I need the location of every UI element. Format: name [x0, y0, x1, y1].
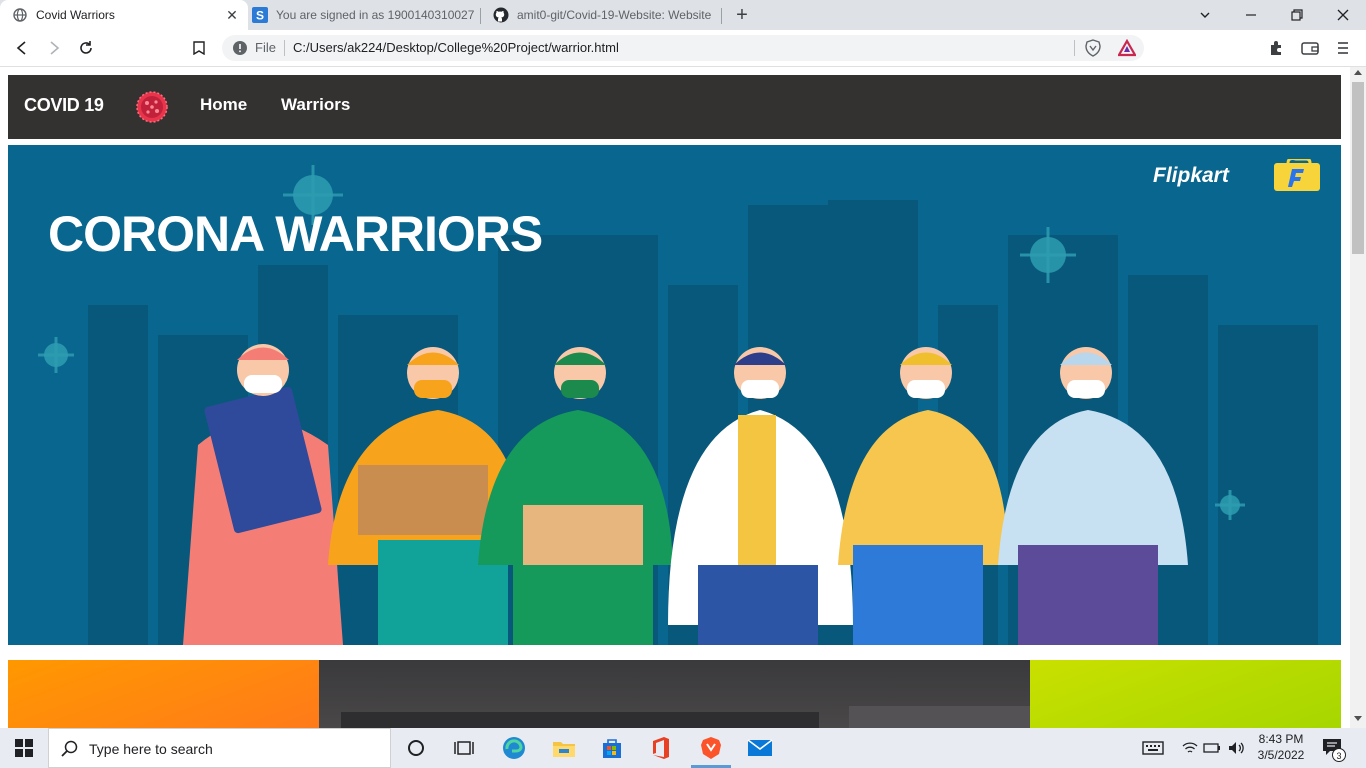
start-button[interactable] — [0, 728, 48, 768]
keyboard-icon[interactable] — [1140, 738, 1166, 758]
tab-close-icon[interactable]: ✕ — [224, 7, 240, 23]
brave-browser-icon[interactable] — [687, 728, 735, 768]
extensions-puzzle-icon[interactable] — [1265, 37, 1287, 59]
bookmark-icon[interactable] — [188, 37, 210, 59]
hero-banner: CORONA WARRIORS Flipkart — [8, 145, 1341, 645]
new-tab-button[interactable]: + — [732, 5, 752, 25]
svg-text:S: S — [256, 9, 264, 23]
menu-icon[interactable] — [1332, 37, 1354, 59]
microsoft-store-icon[interactable] — [588, 728, 636, 768]
close-window-button[interactable] — [1320, 0, 1366, 30]
file-explorer-icon[interactable] — [540, 728, 588, 768]
feature-cards-row — [8, 660, 1341, 728]
taskbar-search-box[interactable]: Type here to search — [48, 728, 391, 768]
site-brand[interactable]: COVID 19 — [24, 95, 104, 116]
battery-icon[interactable] — [1202, 738, 1222, 758]
tab-title: Covid Warriors — [36, 8, 115, 22]
virus-logo-icon — [135, 90, 169, 124]
tab-github[interactable]: amit0-git/Covid-19-Website: Website — [481, 0, 721, 30]
brave-shields-icon[interactable] — [1084, 39, 1102, 57]
wallet-icon[interactable] — [1299, 37, 1321, 59]
video-frame-strip — [341, 712, 819, 728]
reload-button[interactable] — [75, 37, 97, 59]
brave-rewards-icon[interactable] — [1117, 38, 1137, 57]
hero-title: CORONA WARRIORS — [48, 206, 543, 262]
video-frame-strip — [849, 706, 1030, 728]
tab-strip: Covid Warriors ✕ S You are signed in as … — [0, 0, 1366, 30]
url-text[interactable]: C:/Users/ak224/Desktop/College%20Project… — [293, 40, 619, 55]
forward-button[interactable] — [43, 37, 65, 59]
volume-icon[interactable] — [1226, 738, 1248, 758]
card-orange[interactable] — [8, 660, 319, 728]
tab-covid-warriors[interactable]: Covid Warriors ✕ — [0, 0, 248, 30]
tab-signed-in[interactable]: S You are signed in as 1900140310027 — [240, 0, 480, 30]
search-icon — [61, 740, 79, 758]
address-divider — [284, 40, 285, 56]
nav-link-home[interactable]: Home — [200, 95, 247, 115]
address-bar[interactable]: File C:/Users/ak224/Desktop/College%20Pr… — [222, 35, 1144, 61]
search-placeholder: Type here to search — [89, 741, 213, 757]
nav-link-warriors[interactable]: Warriors — [281, 95, 350, 115]
scheme-label: File — [255, 40, 276, 55]
clock-date: 3/5/2022 — [1257, 748, 1305, 762]
windows-taskbar: Type here to search 8:43 PM 3/5/2022 3 — [0, 728, 1366, 768]
restore-button[interactable] — [1274, 0, 1320, 30]
card-lime[interactable] — [1030, 660, 1341, 728]
s-app-icon: S — [252, 7, 268, 23]
scroll-down-arrow-icon[interactable] — [1354, 716, 1362, 721]
page-viewport: COVID 19 Home Warriors CORONA WARRIORS F… — [0, 67, 1350, 728]
minimize-button[interactable] — [1228, 0, 1274, 30]
github-icon — [493, 7, 509, 23]
site-info-icon[interactable] — [232, 40, 248, 56]
windows-logo-icon — [15, 739, 33, 757]
taskbar-clock[interactable]: 8:43 PM 3/5/2022 — [1250, 731, 1312, 763]
tab-title: amit0-git/Covid-19-Website: Website — [517, 8, 712, 22]
back-button[interactable] — [11, 37, 33, 59]
site-navbar: COVID 19 Home Warriors — [8, 75, 1341, 139]
mail-icon[interactable] — [736, 728, 784, 768]
tab-search-chevron-icon[interactable] — [1182, 0, 1228, 30]
cortana-icon[interactable] — [392, 728, 440, 768]
task-view-icon[interactable] — [440, 728, 488, 768]
card-video[interactable] — [319, 660, 1030, 728]
clock-time: 8:43 PM — [1258, 732, 1304, 746]
edge-browser-icon[interactable] — [490, 728, 538, 768]
notification-count-badge: 3 — [1332, 748, 1346, 762]
globe-icon — [12, 7, 28, 23]
flipkart-bag-icon — [1274, 159, 1320, 191]
tab-divider — [721, 8, 722, 24]
scroll-up-arrow-icon[interactable] — [1354, 70, 1362, 75]
tab-title: You are signed in as 1900140310027 — [276, 8, 475, 22]
office-icon[interactable] — [637, 728, 685, 768]
scroll-thumb[interactable] — [1352, 82, 1364, 254]
browser-toolbar: File C:/Users/ak224/Desktop/College%20Pr… — [0, 30, 1366, 67]
wifi-icon[interactable] — [1180, 738, 1200, 758]
address-divider — [1074, 40, 1075, 56]
flipkart-logo-text: Flipkart — [1153, 164, 1229, 187]
